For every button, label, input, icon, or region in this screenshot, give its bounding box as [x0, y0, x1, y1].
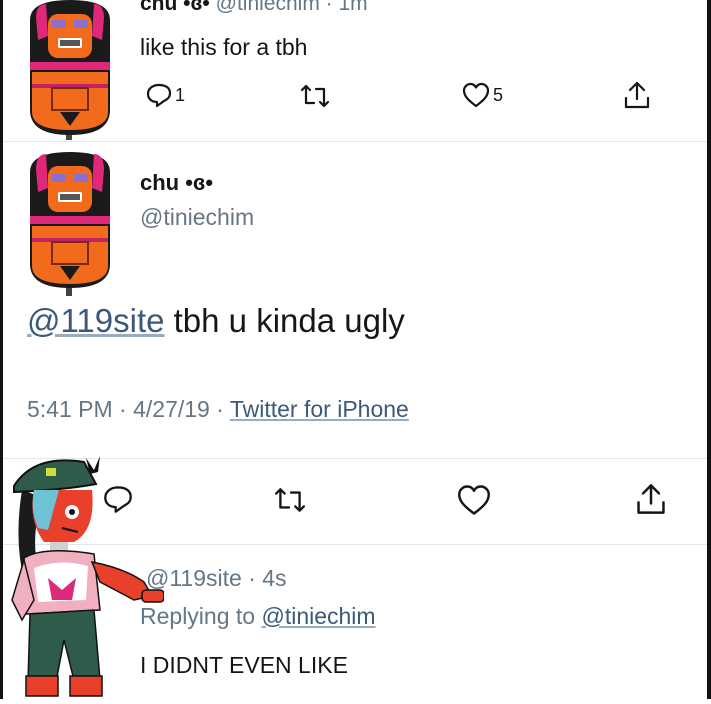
like-count: 5: [493, 84, 504, 105]
avatar[interactable]: [22, 0, 118, 140]
top-tweet-text: like this for a tbh: [140, 34, 308, 60]
main-tweet-avatar[interactable]: [22, 150, 118, 296]
heart-icon: [456, 484, 492, 516]
replying-to-link[interactable]: @tiniechim: [261, 603, 375, 629]
share-button[interactable]: [622, 80, 652, 110]
retweet-icon: [300, 83, 330, 109]
reply-button[interactable]: 1: [146, 82, 185, 108]
retweet-icon: [274, 486, 306, 514]
top-tweet-display-name[interactable]: chu •ɞ•: [140, 0, 210, 15]
share-icon: [622, 80, 652, 110]
main-share-button[interactable]: [634, 482, 668, 516]
main-tweet-meta: 5:41 PM · 4/27/19 · Twitter for iPhone: [27, 396, 409, 423]
main-tweet-text: tbh u kinda ugly: [164, 302, 405, 339]
sticker-character: [4, 450, 165, 699]
main-tweet-handle[interactable]: @tiniechim: [140, 204, 254, 231]
main-retweet-button[interactable]: [274, 486, 306, 514]
main-tweet-display-name[interactable]: chu •ɞ•: [140, 170, 213, 196]
main-tweet[interactable]: chu •ɞ• @tiniechim @119site tbh u kinda …: [0, 142, 711, 458]
mention-link[interactable]: @119site: [27, 302, 164, 339]
like-button[interactable]: 5: [462, 82, 503, 108]
top-tweet-handle-time[interactable]: @tiniechim · 1m: [216, 0, 368, 15]
main-like-button[interactable]: [456, 484, 492, 516]
reply-text: I DIDNT EVEN LIKE: [140, 652, 348, 678]
source-link[interactable]: Twitter for iPhone: [230, 396, 409, 422]
heart-icon: [462, 82, 490, 108]
main-tweet-time: 5:41 PM · 4/27/19 ·: [27, 396, 230, 422]
top-tweet[interactable]: chu •ɞ• @tiniechim · 1m like this for a …: [0, 0, 711, 140]
reply-handle-time[interactable]: @119site · 4s: [146, 565, 287, 592]
reply-icon: [146, 82, 172, 108]
share-icon: [634, 482, 668, 516]
retweet-button[interactable]: [300, 83, 330, 109]
main-tweet-body: @119site tbh u kinda ugly: [27, 302, 405, 340]
replying-to-line: Replying to @tiniechim: [140, 603, 376, 630]
reply-count: 1: [175, 84, 186, 105]
